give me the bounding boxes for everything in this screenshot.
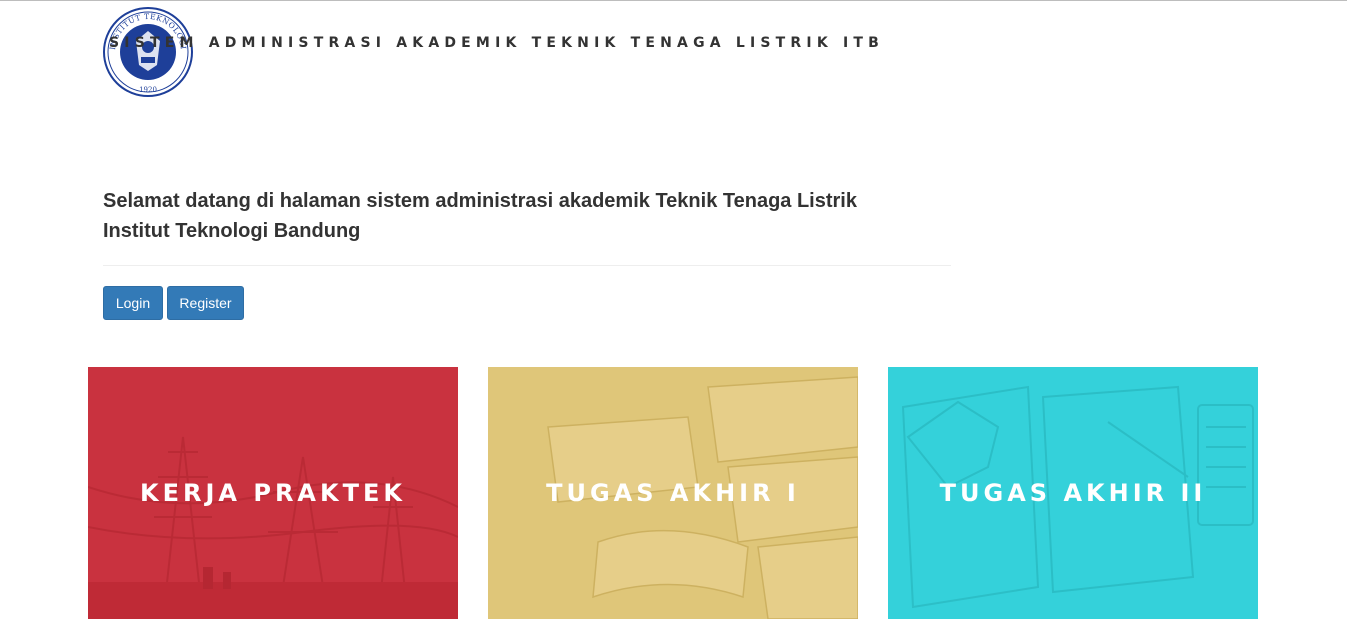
card-tugas-akhir-2[interactable]: TUGAS AKHIR II — [888, 367, 1258, 619]
top-border — [0, 0, 1347, 1]
svg-text:1920: 1920 — [139, 86, 157, 94]
itb-logo[interactable]: INSTITUT TEKNOLOGI BANDUNG 1920 — [103, 7, 193, 97]
welcome-line-2: Institut Teknologi Bandung — [103, 220, 361, 242]
site-header: INSTITUT TEKNOLOGI BANDUNG 1920 — [103, 7, 193, 97]
site-title: SISTEM ADMINISTRASI AKADEMIK TEKNIK TENA… — [109, 35, 884, 51]
card-tugas-akhir-2-label: TUGAS AKHIR II — [939, 479, 1207, 507]
divider — [103, 265, 951, 266]
card-tugas-akhir-1-label: TUGAS AKHIR I — [546, 479, 800, 507]
welcome-heading: Selamat datang di halaman sistem adminis… — [103, 186, 963, 246]
login-button[interactable]: Login — [103, 286, 163, 320]
welcome-line-1: Selamat datang di halaman sistem adminis… — [103, 190, 857, 212]
card-tugas-akhir-1[interactable]: TUGAS AKHIR I — [488, 367, 858, 619]
card-kerja-praktek-label: KERJA PRAKTEK — [140, 479, 406, 507]
register-button[interactable]: Register — [167, 286, 244, 320]
card-kerja-praktek[interactable]: KERJA PRAKTEK — [88, 367, 458, 619]
